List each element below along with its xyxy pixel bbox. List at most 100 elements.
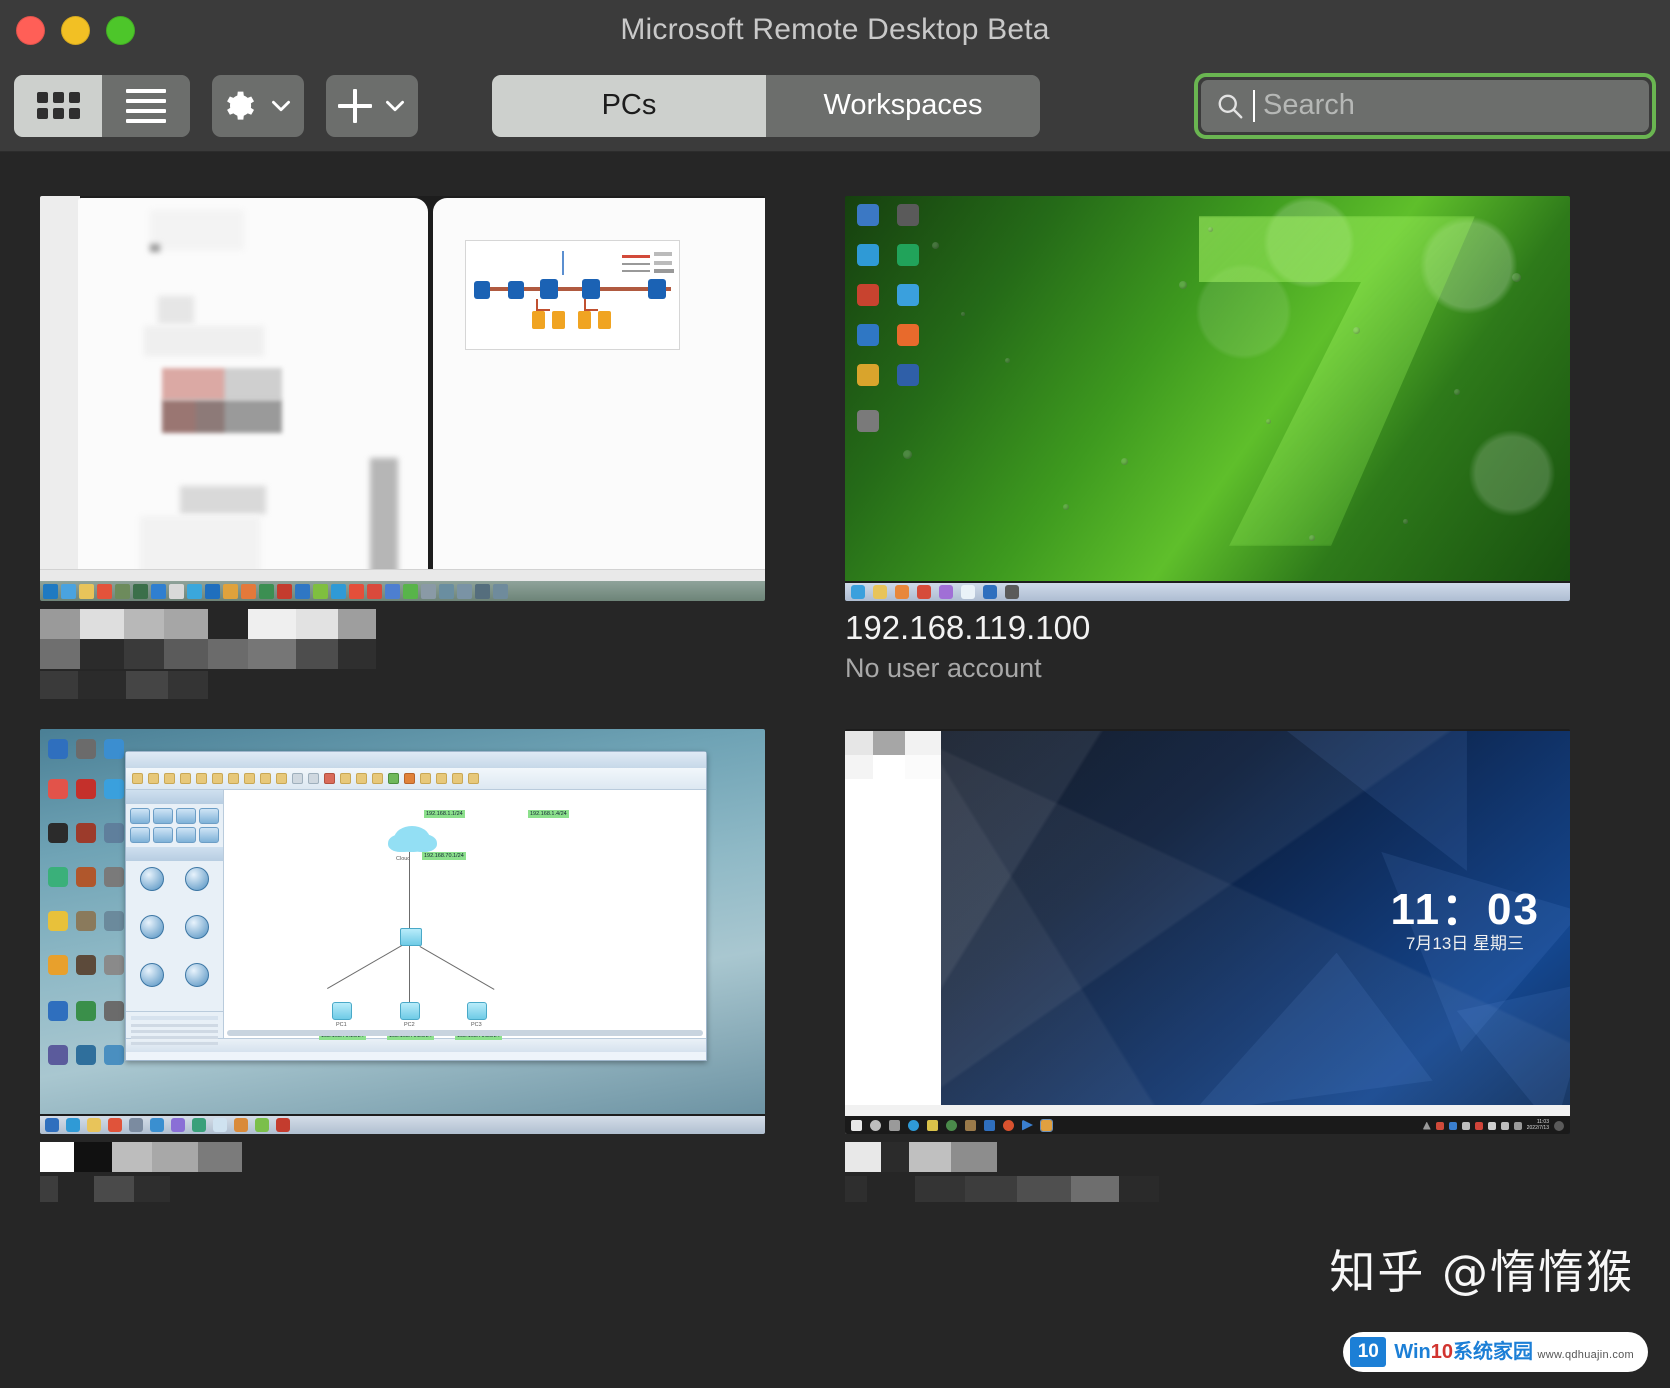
settings-dropdown-button[interactable]	[268, 93, 294, 119]
search-input[interactable]: Search	[1201, 79, 1649, 132]
censored-pc-subtitle	[40, 671, 805, 699]
win10-watermark-number: 10	[1430, 1340, 1454, 1363]
blurred-image-block	[162, 400, 282, 433]
wallpaper-droplets	[845, 196, 1570, 581]
ensp-router-models	[126, 861, 223, 1011]
pc-subtitle: No user account	[845, 652, 1042, 683]
ensp-title-bar	[126, 752, 706, 768]
desktop-icon	[857, 410, 879, 432]
desktop-icon	[897, 364, 919, 386]
topology-cloud-node	[394, 826, 430, 852]
system-tray: 11:03 2022/7/13	[1422, 1119, 1564, 1131]
tab-pcs[interactable]: PCs	[492, 74, 766, 137]
search-placeholder: Search	[1263, 89, 1355, 121]
win10-watermark-title: Win10系统家园	[1394, 1340, 1534, 1363]
window-title: Microsoft Remote Desktop Beta	[620, 13, 1050, 46]
chevron-down-icon	[272, 100, 290, 111]
pc-card-1[interactable]	[40, 196, 805, 699]
windows-taskbar: 11:03 2022/7/13	[845, 1116, 1570, 1134]
tab-workspaces[interactable]: Workspaces	[766, 74, 1040, 137]
pc-card-2[interactable]: 192.168.119.100 No user account	[845, 196, 1610, 699]
pc-label-3	[40, 1134, 805, 1202]
censored-pc-name	[845, 1142, 1610, 1172]
blurred-text-block	[150, 244, 160, 252]
section-tabs: PCs Workspaces	[492, 74, 1040, 137]
list-view-button[interactable]	[102, 74, 190, 137]
censored-pc-subtitle	[40, 1176, 805, 1202]
pc-label-4	[845, 1134, 1610, 1202]
censored-pc-name	[40, 609, 412, 669]
traffic-light-group	[16, 15, 135, 45]
settings-button[interactable]	[222, 87, 260, 125]
topology-pc-node	[332, 1002, 352, 1020]
blurred-text-block	[140, 516, 260, 576]
pc-thumbnail-3[interactable]: Cloud 192.168.70.1/24 192.168.1.1/24 192…	[40, 729, 765, 1134]
ensp-window: Cloud 192.168.70.1/24 192.168.1.1/24 192…	[125, 751, 707, 1061]
desktop-icon	[897, 244, 919, 266]
document-status-bar	[40, 569, 765, 581]
pc-thumbnail-4[interactable]: 11：03 7月13日 星期三 11:03 2022/7/13	[845, 729, 1570, 1134]
topology-ip-tag: 192.168.1.1/24	[424, 810, 465, 818]
window-titlebar: Microsoft Remote Desktop Beta	[0, 0, 1670, 60]
pc-label-2: 192.168.119.100 No user account	[845, 601, 1610, 686]
windows7-wallpaper	[845, 196, 1570, 581]
main-toolbar: PCs Workspaces Search	[0, 60, 1670, 152]
zoom-button[interactable]	[106, 15, 135, 45]
censored-window-content	[845, 731, 941, 779]
pc-name: 192.168.119.100	[845, 609, 1091, 646]
desktop-icon	[897, 284, 919, 306]
windows-taskbar	[845, 583, 1570, 601]
blurred-text-block	[144, 326, 264, 356]
add-button-group	[326, 74, 418, 137]
ensp-body: Cloud 192.168.70.1/24 192.168.1.1/24 192…	[126, 790, 706, 1045]
ensp-toolbar	[126, 768, 706, 790]
pc-label-1	[40, 601, 805, 699]
tray-clock: 11:03 2022/7/13	[1526, 1119, 1549, 1131]
desktop-icon	[897, 204, 919, 226]
windows-taskbar	[40, 581, 765, 601]
desktop-icon	[897, 324, 919, 346]
topology-ip-tag: 192.168.1.4/24	[528, 810, 569, 818]
add-dropdown-button[interactable]	[382, 93, 408, 119]
windows-taskbar	[40, 1116, 765, 1134]
plus-icon	[336, 87, 374, 125]
add-button[interactable]	[336, 87, 374, 125]
ensp-panel-heading	[126, 790, 223, 804]
status-bar	[845, 1105, 1570, 1116]
ensp-device-panel	[126, 790, 224, 1045]
windows10-lockscreen-wallpaper: 11：03 7月13日 星期三	[941, 731, 1570, 1134]
blurred-image-block	[162, 368, 282, 400]
blurred-text-block	[158, 296, 194, 324]
chevron-down-icon	[386, 100, 404, 111]
topology-pc-node	[467, 1002, 487, 1020]
win10-badge-icon: 10	[1350, 1337, 1387, 1367]
grid-view-icon	[36, 92, 80, 119]
minimize-button[interactable]	[61, 15, 90, 45]
list-view-icon	[126, 88, 166, 123]
desktop-icon-label	[847, 228, 889, 234]
ensp-model-heading	[126, 847, 223, 861]
grid-view-button[interactable]	[14, 74, 102, 137]
pc-card-4[interactable]: 11：03 7月13日 星期三 11:03 2022/7/13	[845, 729, 1610, 1202]
desktop-icon	[857, 204, 879, 226]
topology-ip-tag: 192.168.70.1/24	[422, 852, 466, 860]
topology-pc-node	[400, 1002, 420, 1020]
close-button[interactable]	[16, 15, 45, 45]
pc-thumbnail-1[interactable]	[40, 196, 765, 601]
blurred-text-block	[370, 458, 398, 578]
background-window-pane	[845, 731, 941, 1134]
network-diagram-preview	[465, 240, 680, 350]
settings-button-group	[212, 74, 304, 137]
win10-watermark: 10 Win10系统家园 www.qdhuajin.com	[1343, 1332, 1648, 1372]
desktop-icon	[857, 244, 879, 266]
pc-card-3[interactable]: Cloud 192.168.70.1/24 192.168.1.1/24 192…	[40, 729, 805, 1202]
blurred-text-block	[150, 210, 244, 250]
search-focus-ring: Search	[1194, 72, 1656, 139]
zhihu-watermark: 知乎 @惰惰猴	[1329, 1245, 1634, 1299]
censored-pc-subtitle	[845, 1176, 1610, 1202]
view-mode-segmented-control	[14, 74, 190, 137]
lockscreen-clock: 11：03	[1390, 885, 1540, 934]
desktop-icon	[857, 324, 879, 346]
doc-sidebar	[40, 196, 80, 581]
pc-thumbnail-2[interactable]	[845, 196, 1570, 601]
